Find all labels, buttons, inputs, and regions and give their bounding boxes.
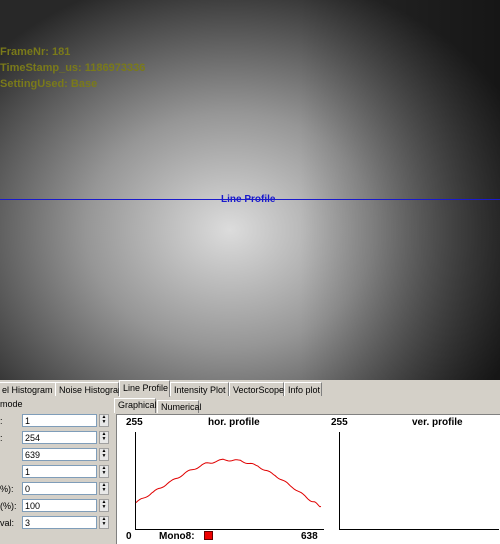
setting-label-2: : xyxy=(0,433,3,443)
timestamp-text: TimeStamp_us: 1186973336 xyxy=(0,62,146,74)
setting-input-3[interactable]: 639 xyxy=(22,448,97,461)
plot-area: 255 hor. profile 0 Mono8: 638 255 ver. p… xyxy=(116,414,500,544)
setting-label-1: : xyxy=(0,416,3,426)
ver-x-axis xyxy=(339,529,499,530)
graph-panel: Graphical Numerical 255 hor. profile 0 M… xyxy=(112,397,500,544)
ver-profile-title: ver. profile xyxy=(412,417,463,428)
analysis-tab-bar: el Histogram Noise Histogram Line Profil… xyxy=(0,380,500,398)
setting-spinner-7[interactable]: ▲ ▼ xyxy=(99,516,109,529)
setting-label-6: (%): xyxy=(0,501,17,511)
setting-spinner-2[interactable]: ▲ ▼ xyxy=(99,431,109,444)
legend-color-swatch xyxy=(204,531,213,540)
legend-label: Mono8: xyxy=(159,531,195,542)
setting-input-1[interactable]: 1 xyxy=(22,414,97,427)
setting-spinner-5[interactable]: ▲ ▼ xyxy=(99,482,109,495)
spin-down-icon[interactable]: ▼ xyxy=(100,505,108,510)
setting-input-7[interactable]: 3 xyxy=(22,516,97,529)
tab-vectorscope[interactable]: VectorScope xyxy=(229,382,284,396)
profile-settings-panel: mode : 1 ▲ ▼ : 254 ▲ ▼ 639 ▲ ▼ 1 ▲ ▼ %): 0 ▲… xyxy=(0,397,112,543)
setting-spinner-3[interactable]: ▲ ▼ xyxy=(99,448,109,461)
hor-xmin-label: 0 xyxy=(126,531,132,542)
setting-used-text: SettingUsed: Base xyxy=(0,78,98,90)
tab-line-profile[interactable]: Line Profile xyxy=(119,380,170,397)
spin-down-icon[interactable]: ▼ xyxy=(100,454,108,459)
tab-numerical[interactable]: Numerical xyxy=(157,400,202,413)
mode-label: mode xyxy=(0,399,23,409)
setting-spinner-1[interactable]: ▲ ▼ xyxy=(99,414,109,427)
profile-line-label: Line Profile xyxy=(221,194,276,205)
hor-profile-series-line xyxy=(135,458,322,508)
setting-spinner-6[interactable]: ▲ ▼ xyxy=(99,499,109,512)
tab-noise-histogram[interactable]: Noise Histogram xyxy=(55,382,126,396)
spin-down-icon[interactable]: ▼ xyxy=(100,437,108,442)
ver-ymax-label: 255 xyxy=(331,417,348,428)
setting-input-4[interactable]: 1 xyxy=(22,465,97,478)
ver-y-axis xyxy=(339,432,340,530)
frame-number-text: FrameNr: 181 xyxy=(0,46,71,58)
setting-input-2[interactable]: 254 xyxy=(22,431,97,444)
setting-label-7: val: xyxy=(0,518,15,528)
hor-profile-chart xyxy=(135,458,322,508)
setting-input-5[interactable]: 0 xyxy=(22,482,97,495)
setting-label-5: %): xyxy=(0,484,14,494)
tab-pixel-histogram[interactable]: el Histogram xyxy=(0,382,56,396)
spin-down-icon[interactable]: ▼ xyxy=(100,522,108,527)
spin-down-icon[interactable]: ▼ xyxy=(100,420,108,425)
spin-down-icon[interactable]: ▼ xyxy=(100,471,108,476)
tab-graphical[interactable]: Graphical xyxy=(114,398,157,413)
setting-spinner-4[interactable]: ▲ ▼ xyxy=(99,465,109,478)
hor-ymax-label: 255 xyxy=(126,417,143,428)
hor-xmax-label: 638 xyxy=(301,531,318,542)
tab-intensity-plot[interactable]: Intensity Plot xyxy=(170,382,229,396)
tab-info-plot[interactable]: Info plot xyxy=(284,382,322,396)
setting-input-6[interactable]: 100 xyxy=(22,499,97,512)
spin-down-icon[interactable]: ▼ xyxy=(100,488,108,493)
camera-image[interactable]: FrameNr: 181 TimeStamp_us: 1186973336 Se… xyxy=(0,0,500,380)
hor-profile-title: hor. profile xyxy=(208,417,260,428)
